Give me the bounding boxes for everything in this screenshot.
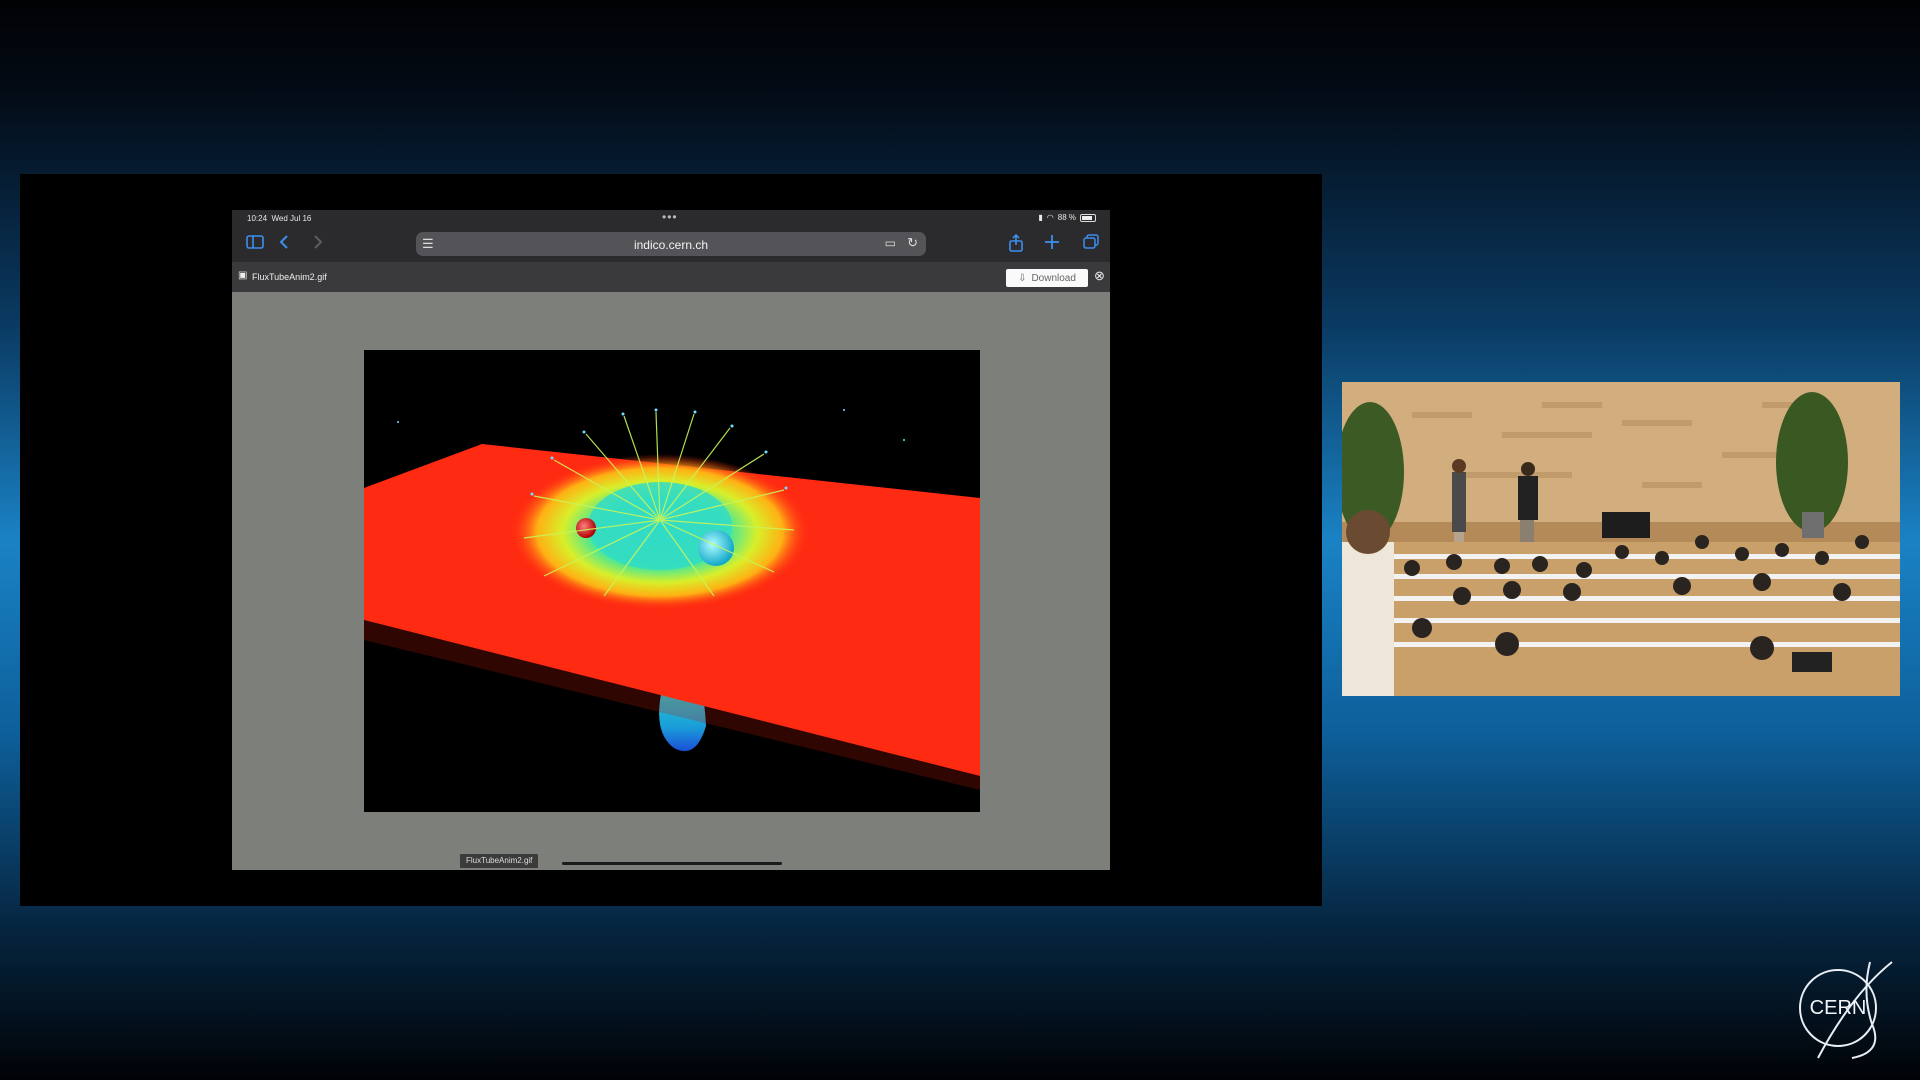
- reader-icon[interactable]: ▭: [885, 236, 896, 250]
- reload-icon[interactable]: ↻: [907, 235, 918, 251]
- file-name: FluxTubeAnim2.gif: [252, 272, 327, 282]
- more-dots-icon[interactable]: •••: [662, 210, 678, 224]
- signal-icon: ▮: [1038, 213, 1043, 222]
- home-indicator: [562, 862, 782, 865]
- lecture-hall-camera-feed: [1342, 382, 1900, 696]
- battery-icon: [1080, 213, 1096, 222]
- status-date: Wed Jul 16: [271, 214, 312, 223]
- download-label: Download: [1031, 272, 1076, 284]
- share-icon[interactable]: [1008, 233, 1024, 257]
- status-bar: 10:24 Wed Jul 16 ••• ▮ ◠ 88 %: [232, 210, 1110, 226]
- sidebar-icon[interactable]: [246, 234, 264, 255]
- browser-toolbar: ☰ indico.cern.ch ▭ ↻: [232, 226, 1110, 262]
- ipad-screen-share: 10:24 Wed Jul 16 ••• ▮ ◠ 88 % ☰ indico.c…: [232, 210, 1110, 870]
- download-button[interactable]: ⇩ Download: [1006, 269, 1088, 287]
- file-preview-bar: ▣ FluxTubeAnim2.gif ⇩ Download ⊗: [232, 262, 1110, 292]
- chevron-right-icon[interactable]: [312, 234, 324, 255]
- lecture-hall-photo: [1342, 382, 1900, 696]
- cern-logo-text: CERN: [1810, 997, 1867, 1019]
- plus-icon[interactable]: [1044, 234, 1060, 255]
- chevron-left-icon[interactable]: [278, 234, 290, 255]
- url-text: indico.cern.ch: [633, 238, 709, 252]
- status-time: 10:24: [247, 214, 268, 223]
- wifi-icon: ◠: [1046, 213, 1054, 222]
- download-icon: ⇩: [1018, 272, 1027, 284]
- file-icon: ▣: [238, 270, 248, 281]
- battery-percent: 88 %: [1057, 213, 1076, 222]
- address-bar[interactable]: ☰ indico.cern.ch ▭ ↻: [416, 232, 926, 256]
- cern-logo: CERN: [1792, 954, 1908, 1062]
- close-icon[interactable]: ⊗: [1094, 268, 1105, 284]
- gif-viewer: [364, 350, 980, 812]
- image-caption: FluxTubeAnim2.gif: [460, 854, 539, 868]
- flux-tube-animation-image: [364, 408, 980, 790]
- tabs-icon[interactable]: [1082, 234, 1100, 255]
